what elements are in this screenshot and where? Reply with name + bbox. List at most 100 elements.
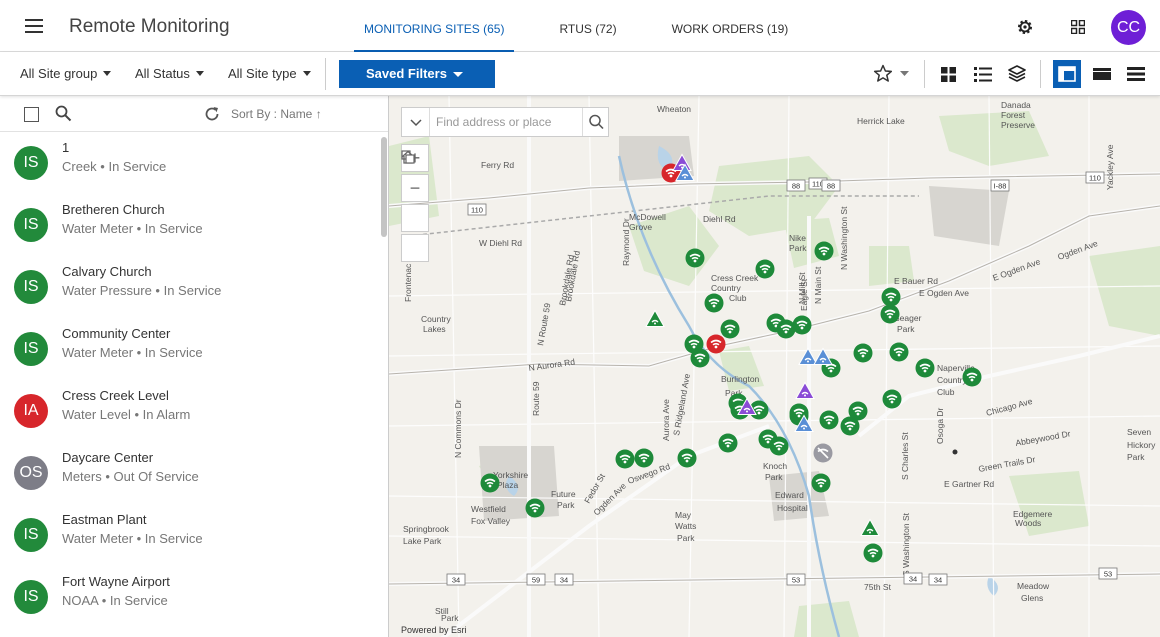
site-pin-in-service-icon[interactable] — [811, 473, 831, 493]
refresh-icon[interactable] — [204, 106, 220, 122]
list-item[interactable]: IS 1 Creek • In Service — [0, 132, 380, 194]
map-label: S Ridgeland Ave — [671, 373, 692, 437]
route-number: 34 — [909, 575, 917, 584]
site-name: Daycare Center — [62, 450, 154, 465]
site-pin-in-service-icon[interactable] — [819, 410, 839, 430]
search-source-dropdown[interactable] — [402, 108, 430, 136]
list-item[interactable]: IS Bretheren Church Water Meter • In Servi… — [0, 194, 380, 256]
rtu-triangle-pin-icon[interactable] — [645, 309, 665, 329]
map-label: Club — [729, 293, 747, 303]
split-view-button[interactable] — [1053, 60, 1081, 88]
tab-work-orders[interactable]: WORK ORDERS (19) — [672, 0, 789, 52]
list-view-icon[interactable] — [974, 67, 992, 82]
layers-icon[interactable] — [1008, 65, 1026, 83]
site-pin-in-service-icon[interactable] — [882, 389, 902, 409]
zoom-out-button[interactable]: − — [401, 174, 429, 202]
site-pin-in-service-icon[interactable] — [962, 367, 982, 387]
site-group-filter[interactable]: All Site group — [20, 66, 112, 81]
main-tabs: MONITORING SITES (65) RTUS (72) WORK ORD… — [337, 0, 789, 53]
home-button[interactable] — [401, 150, 429, 232]
rtu-triangle-pin-icon[interactable] — [675, 163, 695, 183]
site-pin-in-service-icon[interactable] — [704, 293, 724, 313]
site-pin-in-service-icon[interactable] — [677, 448, 697, 468]
map-label: Hospital — [777, 503, 808, 513]
site-pin-in-service-icon[interactable] — [880, 304, 900, 324]
user-avatar[interactable]: CC — [1111, 10, 1146, 45]
list-scrollbar[interactable] — [381, 137, 387, 237]
site-pin-in-service-icon[interactable] — [769, 436, 789, 456]
site-pin-in-service-icon[interactable] — [755, 259, 775, 279]
site-pin-in-service-icon[interactable] — [889, 342, 909, 362]
rtu-triangle-pin-icon[interactable] — [813, 347, 833, 367]
site-pin-in-service-icon[interactable] — [525, 498, 545, 518]
map-label: Watts — [675, 521, 696, 531]
site-name: Community Center — [62, 326, 171, 341]
chevron-down-icon — [195, 71, 204, 76]
map-label: May — [675, 510, 692, 520]
site-name: 1 — [62, 140, 70, 155]
site-pin-in-service-icon[interactable] — [615, 449, 635, 469]
map-search-input[interactable] — [431, 108, 582, 136]
tab-monitoring-sites[interactable]: MONITORING SITES (65) — [353, 0, 515, 53]
apps-grid-icon[interactable] — [1071, 20, 1085, 34]
rtu-triangle-pin-icon[interactable] — [795, 381, 815, 401]
tab-rtus[interactable]: RTUS (72) — [559, 0, 616, 52]
map-view[interactable]: Wheaton Danada Forest Preserve Herrick Lake F… — [389, 96, 1160, 637]
table-view-icon[interactable] — [1127, 67, 1145, 81]
site-pin-in-service-icon[interactable] — [853, 343, 873, 363]
list-item[interactable]: IS Calvary Church Water Pressure • In Serv… — [0, 256, 380, 318]
map-label: Glens — [1021, 593, 1043, 603]
site-pin-out-of-service-icon[interactable] — [813, 443, 833, 463]
map-label: Yackley Ave — [1105, 144, 1115, 190]
site-pin-in-service-icon[interactable] — [718, 433, 738, 453]
favorite-star-icon[interactable] — [873, 64, 895, 84]
list-item[interactable]: IS Community Center Water Meter • In Servi… — [0, 318, 380, 380]
site-pin-in-service-icon[interactable] — [480, 473, 500, 493]
site-pin-in-service-icon[interactable] — [915, 358, 935, 378]
rtu-triangle-pin-icon[interactable] — [860, 518, 880, 538]
favorite-dropdown-chevron-icon[interactable] — [900, 71, 909, 77]
site-type-status: Water Meter • In Service — [62, 345, 203, 360]
map-search-button[interactable] — [582, 108, 609, 136]
site-pin-in-service-icon[interactable] — [863, 543, 883, 563]
divider — [325, 58, 326, 90]
map-label: Park — [677, 533, 695, 543]
map-label: Fox Valley — [471, 516, 511, 526]
tile-view-icon[interactable] — [941, 67, 956, 82]
map-point — [952, 449, 958, 455]
map-view-icon[interactable] — [1093, 68, 1111, 80]
map-label: Park — [789, 243, 807, 253]
list-item[interactable]: IS Fort Wayne Airport NOAA • In Service — [0, 566, 380, 628]
search-icon[interactable] — [55, 105, 72, 122]
basemap-gallery-button[interactable] — [401, 150, 429, 262]
map-label: N Commons Dr — [453, 399, 463, 458]
status-filter[interactable]: All Status — [135, 66, 204, 81]
settings-gear-icon[interactable] — [1016, 18, 1034, 36]
map-label: Aurora Ave — [661, 399, 671, 441]
list-item[interactable]: IS Eastman Plant Water Meter • In Service — [0, 504, 380, 566]
route-number: 88 — [827, 182, 835, 191]
map-label: Raymond Dr — [621, 218, 631, 266]
list-item[interactable]: OS Daycare Center Meters • Out Of Service — [0, 442, 380, 504]
status-avatar: IS — [14, 332, 48, 366]
site-pin-in-service-icon[interactable] — [685, 248, 705, 268]
site-pin-in-service-icon[interactable] — [840, 416, 860, 436]
site-pin-in-service-icon[interactable] — [634, 448, 654, 468]
saved-filters-button[interactable]: Saved Filters — [339, 60, 495, 88]
sort-by-control[interactable]: Sort By : Name ↑ — [231, 107, 322, 121]
map-label: N Main St — [813, 266, 823, 304]
rtu-triangle-pin-icon[interactable] — [794, 414, 814, 434]
map-label: Eagle St — [799, 278, 809, 311]
map-label: S Charles St — [900, 432, 910, 480]
route-number: 34 — [934, 576, 942, 585]
site-pin-in-service-icon[interactable] — [792, 315, 812, 335]
select-all-checkbox[interactable] — [24, 107, 39, 122]
hamburger-menu-icon[interactable] — [25, 19, 43, 33]
site-type-status: NOAA • In Service — [62, 593, 168, 608]
list-item[interactable]: IA Cress Creek Level Water Level • In Alar… — [0, 380, 380, 442]
site-type-filter[interactable]: All Site type — [228, 66, 311, 81]
map-label: Hickory — [1127, 440, 1156, 450]
site-pin-in-alarm-icon[interactable] — [706, 334, 726, 354]
rtu-triangle-pin-icon[interactable] — [737, 397, 757, 417]
site-pin-in-service-icon[interactable] — [814, 241, 834, 261]
